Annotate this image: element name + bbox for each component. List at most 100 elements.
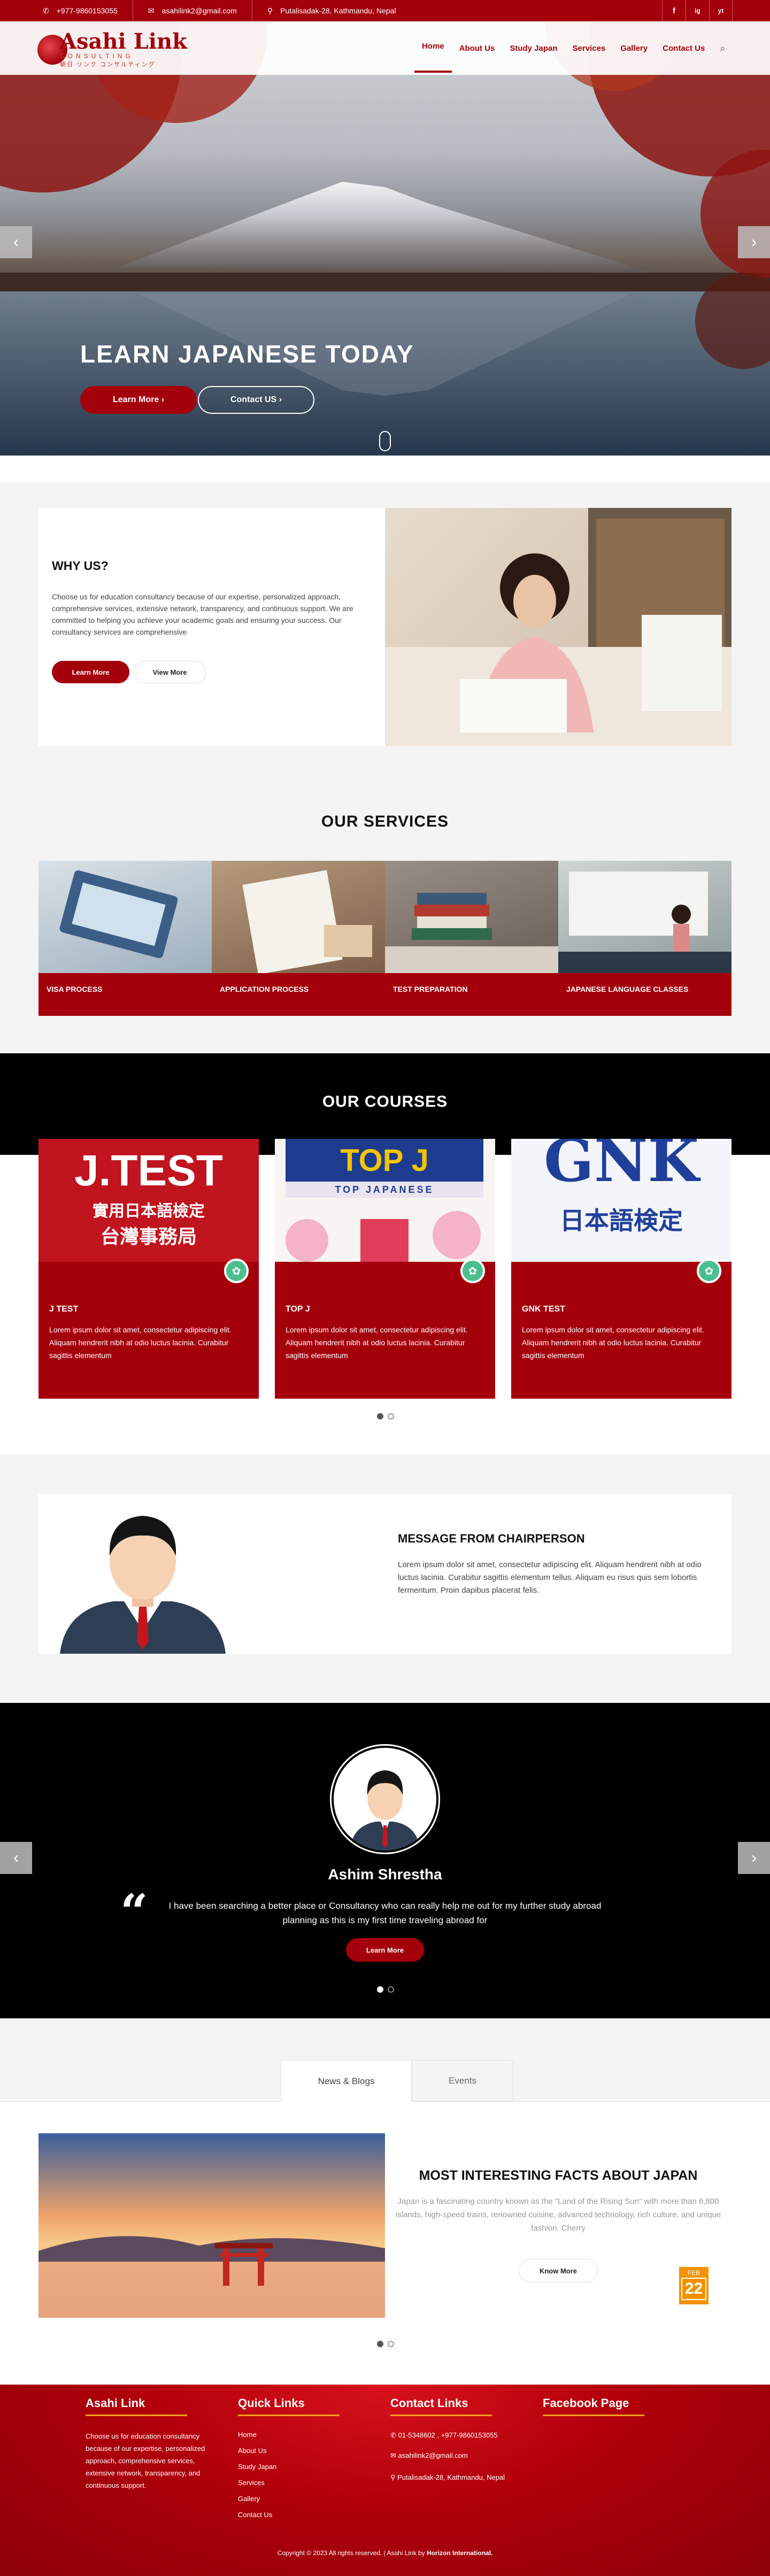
course-text: Lorem ipsum dolor sit amet, consectetur …: [286, 1325, 468, 1360]
footer-underline: [86, 2415, 187, 2416]
service-visa-image: [59, 870, 178, 959]
hero-contact-button[interactable]: Contact US ›: [198, 386, 314, 414]
course-title: J TEST: [49, 1305, 79, 1314]
logo-text: Asahi Link: [60, 29, 187, 54]
pagination-dot[interactable]: [377, 1986, 383, 1993]
courses-pagination: [377, 1413, 394, 1420]
testimonial-pagination: [377, 1986, 394, 1993]
quote-icon: “: [120, 1884, 148, 1940]
chairperson-card: MESSAGE FROM CHAIRPERSON Lorem ipsum dol…: [38, 1494, 732, 1654]
course-image: TOP J TOP JAPANESE: [275, 1139, 495, 1262]
slider-prev-arrow-icon[interactable]: ‹: [0, 226, 32, 258]
service-application[interactable]: APPLICATION PROCESS: [212, 861, 385, 1016]
testimonial-learn-more-button[interactable]: Learn More: [346, 1938, 424, 1962]
news-image: [38, 2133, 385, 2318]
footer-phone[interactable]: ✆ 01-5348602 , +977-9860153055: [390, 2431, 513, 2440]
footer-email[interactable]: ✉ asahilink2@gmail.com: [390, 2451, 513, 2460]
location-icon: ⚲: [390, 2473, 398, 2481]
course-badge-icon: ✿: [460, 1259, 485, 1283]
footer-underline: [390, 2415, 492, 2416]
footer-title: Contact Links: [390, 2396, 468, 2410]
why-us-text: Choose us for education consultancy beca…: [52, 592, 353, 636]
topbar-email[interactable]: ✉ asahilink2@gmail.com: [133, 0, 252, 21]
spacer: [0, 456, 770, 482]
service-test-prep-image: [385, 893, 558, 973]
footer-link-gallery[interactable]: Gallery: [238, 2491, 340, 2507]
top-bar: ✆ +977-9860153055 ✉ asahilink2@gmail.com ⚲…: [0, 0, 770, 21]
why-us-title: WHY US?: [52, 559, 109, 573]
scroll-mouse-icon[interactable]: [379, 431, 391, 451]
tab-news-blogs[interactable]: News & Blogs: [281, 2060, 412, 2102]
footer-link-services[interactable]: Services: [238, 2475, 340, 2491]
course-body: ✿ J TEST Lorem ipsum dolor sit amet, con…: [38, 1259, 259, 1399]
footer-underline: [543, 2415, 644, 2416]
pagination-dot[interactable]: [388, 1413, 394, 1420]
footer-link-contact[interactable]: Contact Us: [238, 2507, 340, 2523]
why-us-image: [385, 508, 732, 746]
phone-icon: ✆: [390, 2431, 398, 2439]
pagination-dot[interactable]: [377, 1413, 383, 1420]
footer-link-home[interactable]: Home: [238, 2427, 340, 2443]
topbar-address: ⚲ Putalisadak-28, Kathmandu, Nepal: [267, 6, 396, 16]
footer-link-study-japan[interactable]: Study Japan: [238, 2459, 340, 2475]
course-text: Lorem ipsum dolor sit amet, consectetur …: [522, 1325, 704, 1360]
news-pagination: [377, 2341, 394, 2347]
course-image: GNK 日本語検定: [511, 1139, 732, 1262]
course-card-gnk[interactable]: GNK 日本語検定 ✿ GNK TEST Lorem ipsum dolor s…: [511, 1139, 732, 1399]
nav-gallery[interactable]: Gallery: [613, 21, 655, 75]
service-label: APPLICATION PROCESS: [212, 973, 385, 1016]
instagram-icon[interactable]: ig: [686, 0, 709, 21]
course-title: TOP J: [286, 1305, 310, 1314]
tab-events[interactable]: Events: [412, 2060, 513, 2101]
service-test-prep[interactable]: TEST PREPARATION: [385, 861, 558, 1016]
course-card-jtest[interactable]: J.TEST 實用日本語檢定 台灣事務局 ✿ J TEST Lorem ipsu…: [38, 1139, 259, 1399]
course-body: ✿ GNK TEST Lorem ipsum dolor sit amet, c…: [511, 1259, 732, 1399]
courses-title: OUR COURSES: [322, 1093, 448, 1110]
service-application-image: [242, 870, 372, 975]
news-know-more-button[interactable]: Know More: [519, 2259, 598, 2282]
news-title[interactable]: MOST INTERESTING FACTS ABOUT JAPAN: [385, 2168, 732, 2184]
chairperson-text: Lorem ipsum dolor sit amet, consectetur …: [398, 1560, 702, 1595]
slider-next-arrow-icon[interactable]: ›: [738, 226, 770, 258]
testimonial-quote: I have been searching a better place or …: [168, 1901, 602, 1925]
testimonial-next-arrow-icon[interactable]: ›: [738, 1842, 770, 1874]
footer-col-facebook: Facebook Page: [543, 2396, 644, 2416]
footer-title: Facebook Page: [543, 2396, 629, 2410]
logo[interactable]: Asahi Link CONSULTING 朝日 リンク コンサルティング: [37, 31, 187, 68]
footer-title: Quick Links: [238, 2396, 305, 2410]
why-learn-more-button[interactable]: Learn More: [52, 661, 129, 683]
pagination-dot[interactable]: [388, 1986, 394, 1993]
nav-about-us[interactable]: About Us: [452, 21, 503, 75]
services-title: OUR SERVICES: [321, 813, 449, 830]
service-visa[interactable]: VISA PROCESS: [38, 861, 212, 1016]
search-icon[interactable]: ⌕: [712, 21, 733, 75]
topbar-phone[interactable]: ✆ +977-9860153055: [0, 0, 133, 21]
why-view-more-button[interactable]: View More: [134, 661, 206, 683]
facebook-icon[interactable]: f: [662, 0, 686, 21]
hero-title: LEARN JAPANESE TODAY: [80, 340, 414, 368]
service-japanese-class[interactable]: JAPANESE LANGUAGE CLASSES: [558, 861, 732, 1016]
nav-services[interactable]: Services: [565, 21, 613, 75]
testimonial-prev-arrow-icon[interactable]: ‹: [0, 1842, 32, 1874]
footer-about-text: Choose us for education consultancy beca…: [86, 2432, 205, 2489]
nav-study-japan[interactable]: Study Japan: [502, 21, 565, 75]
footer-underline: [238, 2415, 340, 2416]
testimonial-section: Ashim Shrestha “ I have been searching a…: [0, 1703, 770, 2018]
hero-learn-more-button[interactable]: Learn More ›: [80, 386, 197, 414]
service-japanese-class-image: [558, 871, 732, 973]
main-navbar: Asahi Link CONSULTING 朝日 リンク コンサルティング Ho…: [0, 21, 770, 75]
course-image: J.TEST 實用日本語檢定 台灣事務局: [38, 1139, 259, 1262]
pagination-dot[interactable]: [388, 2341, 394, 2347]
nav-home[interactable]: Home: [414, 21, 452, 73]
pagination-dot[interactable]: [377, 2341, 383, 2347]
course-text: Lorem ipsum dolor sit amet, consectetur …: [49, 1325, 232, 1360]
services-grid: VISA PROCESS APPLICATION PROCESS TEST PR…: [38, 861, 732, 1016]
why-us-card: WHY US? Choose us for education consulta…: [38, 508, 385, 746]
footer: Asahi Link Choose us for education consu…: [0, 2385, 770, 2576]
footer-link-about[interactable]: About Us: [238, 2443, 340, 2459]
nav-contact-us[interactable]: Contact Us: [655, 21, 712, 75]
course-card-topj[interactable]: TOP J TOP JAPANESE ✿ TOP J Lorem ipsum d…: [275, 1139, 495, 1399]
copyright-company-link[interactable]: Horizon International.: [427, 2549, 492, 2557]
youtube-icon[interactable]: yt: [709, 0, 733, 21]
phone-icon: ✆: [43, 6, 49, 15]
